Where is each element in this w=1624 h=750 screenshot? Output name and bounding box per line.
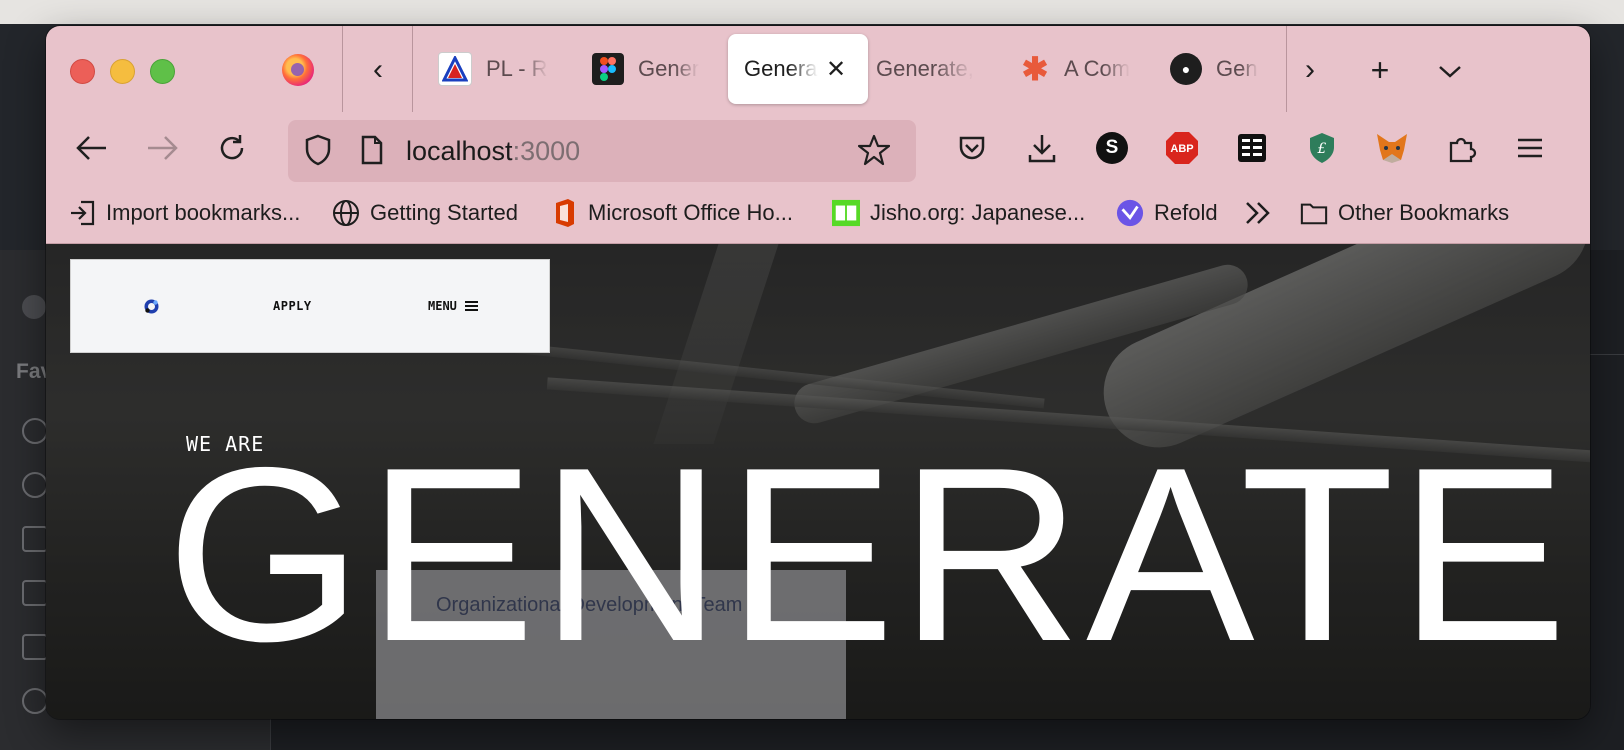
bookmark-label: Jisho.org: Japanese... (870, 200, 1086, 225)
sidebar-dot (22, 295, 46, 319)
adblock-plus-icon[interactable]: ABP (1162, 128, 1202, 168)
site-navbar: APPLY MENU (70, 259, 550, 353)
site-logo-icon[interactable] (143, 298, 160, 315)
menu-label: MENU (428, 299, 457, 313)
bookmark-other[interactable]: Other Bookmarks (1300, 198, 1509, 228)
office-icon (550, 199, 578, 227)
tab-label: Generat (744, 56, 818, 81)
bookmark-star-icon[interactable] (857, 134, 891, 171)
bookmark-refold[interactable]: Refold (1116, 198, 1218, 228)
url-port: :3000 (512, 136, 581, 166)
downloads-icon[interactable] (1022, 128, 1062, 168)
firefox-icon[interactable] (282, 54, 314, 86)
browser-window: ‹ PL - R Gener Generat ✕ Generate, ✱ A C… (46, 26, 1590, 719)
svg-text:£: £ (1317, 141, 1327, 157)
chevron-down-icon (1439, 66, 1461, 78)
recents-icon[interactable] (22, 472, 48, 498)
arrow-right-icon (148, 136, 178, 160)
tab-active[interactable]: Generat ✕ (728, 34, 868, 104)
more-bookmarks-button[interactable] (1244, 198, 1272, 228)
github-icon: ● (1170, 53, 1202, 85)
pocket-icon[interactable] (952, 128, 992, 168)
tab-pl[interactable]: PL - R (438, 34, 568, 104)
bookmark-getting-started[interactable]: Getting Started (332, 198, 518, 228)
jisho-icon (832, 199, 860, 227)
arrow-left-icon (76, 136, 106, 160)
back-button[interactable] (72, 128, 112, 168)
bookmark-microsoft-office[interactable]: Microsoft Office Ho... (550, 198, 793, 228)
bookmark-label: Getting Started (370, 200, 518, 225)
folder-icon (1300, 199, 1328, 227)
menu-button[interactable]: MENU (428, 299, 478, 313)
s-extension-icon[interactable]: S (1092, 128, 1132, 168)
page-icon (360, 135, 384, 170)
bookmark-label: Microsoft Office Ho... (588, 200, 793, 225)
divider (342, 26, 343, 112)
adblock-label: ABP (1170, 143, 1193, 155)
tab-github[interactable]: ● Gen (1170, 34, 1268, 104)
forward-button[interactable] (142, 128, 182, 168)
tab-label: Generate, (876, 56, 974, 81)
metamask-icon[interactable] (1372, 128, 1412, 168)
tab-label: A Com (1064, 56, 1131, 81)
url-host: localhost (406, 136, 513, 166)
tab-label: Gener (638, 56, 700, 81)
list-all-tabs-button[interactable] (1430, 48, 1470, 92)
airdrop-icon[interactable] (22, 418, 48, 444)
tab-label: Gen (1216, 56, 1258, 81)
card-icon[interactable] (22, 634, 48, 660)
bookmark-import[interactable]: Import bookmarks... (68, 198, 300, 228)
hamburger-icon (464, 299, 478, 313)
zoom-window-button[interactable] (150, 59, 175, 84)
import-icon (68, 199, 96, 227)
apply-link[interactable]: APPLY (273, 299, 312, 313)
bookmark-jisho[interactable]: Jisho.org: Japanese... (832, 198, 1085, 228)
lingq-shield-icon[interactable]: £ (1302, 128, 1342, 168)
asterisk-icon: ✱ (1021, 51, 1049, 87)
navigation-toolbar: localhost:3000 S ABP £ (46, 112, 1590, 184)
url-text[interactable]: localhost:3000 (406, 136, 580, 167)
s-extension-label: S (1096, 132, 1128, 164)
divider (1286, 26, 1287, 112)
macos-menubar (0, 0, 1624, 24)
hero-title: GENERATE (166, 415, 1572, 693)
reader-extension-icon[interactable] (1232, 128, 1272, 168)
close-window-button[interactable] (70, 59, 95, 84)
close-tab-icon[interactable]: ✕ (826, 55, 846, 84)
pl-favicon-icon (438, 52, 472, 86)
tab-label: PL - R (486, 56, 548, 81)
tab-figma[interactable]: Gener (592, 34, 712, 104)
bookmarks-toolbar: Import bookmarks... Getting Started Micr… (46, 184, 1590, 244)
menu-hamburger-icon[interactable] (1510, 128, 1550, 168)
reload-button[interactable] (212, 128, 252, 168)
tab-generate[interactable]: Generate, (876, 34, 994, 104)
tab-a-com[interactable]: ✱ A Com (1020, 34, 1150, 104)
home-icon[interactable] (22, 526, 48, 552)
extensions-puzzle-icon[interactable] (1442, 128, 1482, 168)
new-tab-button[interactable]: + (1360, 48, 1400, 92)
bookmark-label: Import bookmarks... (106, 200, 301, 225)
applications-icon[interactable] (22, 580, 48, 606)
web-page: Organizational Development Team APPLY ME… (46, 244, 1590, 719)
scroll-tabs-left-button[interactable]: ‹ (358, 48, 398, 92)
minimize-window-button[interactable] (110, 59, 135, 84)
double-chevron-icon (1246, 202, 1270, 224)
divider (412, 26, 413, 112)
scroll-tabs-right-button[interactable]: › (1290, 48, 1330, 92)
reload-icon (220, 135, 244, 160)
globe-icon (332, 199, 360, 227)
shield-icon[interactable] (304, 134, 332, 171)
downloads-icon[interactable] (22, 688, 48, 714)
address-bar[interactable]: localhost:3000 (288, 120, 916, 182)
tab-bar: ‹ PL - R Gener Generat ✕ Generate, ✱ A C… (46, 26, 1590, 112)
refold-icon (1116, 199, 1144, 227)
bookmark-label: Other Bookmarks (1338, 200, 1510, 225)
figma-icon (592, 53, 624, 85)
bookmark-label: Refold (1154, 200, 1218, 225)
